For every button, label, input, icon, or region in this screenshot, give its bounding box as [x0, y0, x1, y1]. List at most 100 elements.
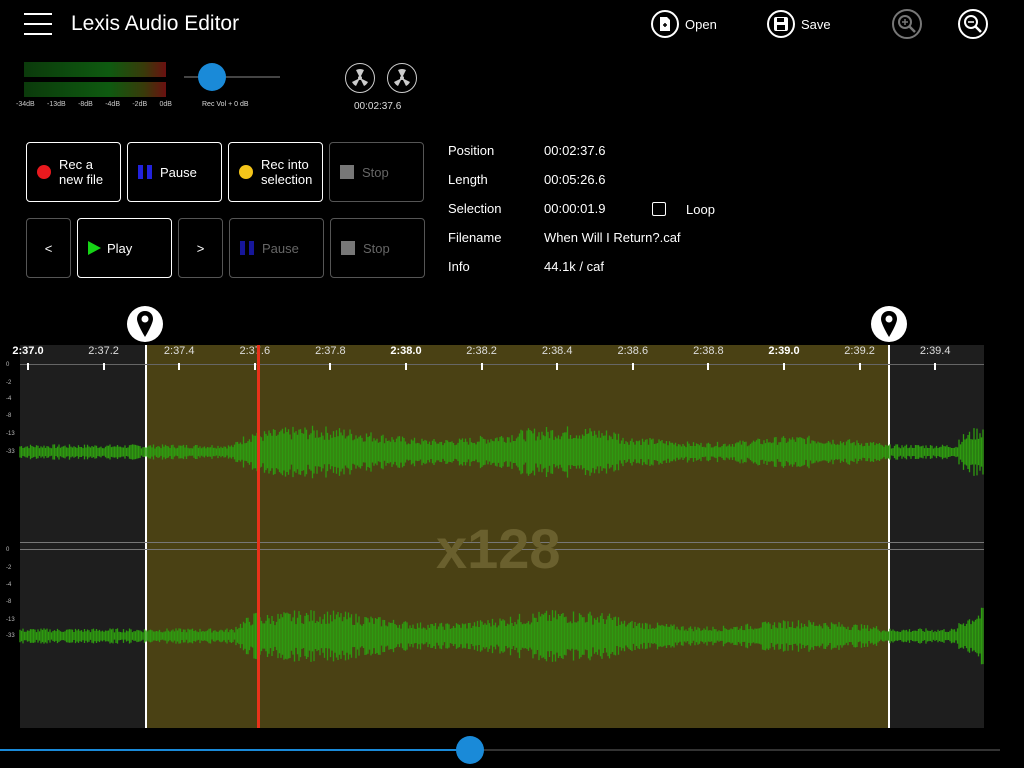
pause-icon [240, 241, 254, 255]
stop-icon [341, 241, 355, 255]
scroll-fill [0, 749, 470, 751]
menu-icon[interactable] [24, 13, 52, 37]
position-value: 00:02:37.6 [544, 143, 606, 158]
pause-icon [138, 165, 152, 179]
rec-stop-label: Stop [362, 164, 389, 180]
save-disk-icon [767, 10, 795, 38]
info-value: 44.1k / caf [544, 259, 604, 274]
ruler-label: 2:38.6 [617, 345, 649, 357]
play-stop-label: Stop [363, 240, 390, 256]
length-value: 00:05:26.6 [544, 172, 606, 187]
rec-pause-button[interactable]: Pause [127, 142, 222, 202]
db-scale-label: -8 [6, 413, 12, 419]
open-button[interactable]: Open [651, 10, 717, 38]
db-scale-label: -2 [6, 380, 12, 386]
playhead[interactable] [257, 345, 260, 728]
selection-start-marker[interactable] [127, 306, 163, 342]
play-button[interactable]: Play [77, 218, 172, 278]
reel-right-icon [387, 63, 417, 93]
zoom-in-button[interactable] [892, 9, 922, 39]
ruler-label: 2:38.8 [693, 345, 724, 357]
rec-volume-knob[interactable] [198, 63, 227, 91]
db-scale-label: -2 [6, 565, 12, 571]
meter-scale-label: -34dB [16, 101, 35, 108]
level-meter-right [24, 82, 166, 97]
selection-label: Selection [448, 201, 502, 216]
pin-icon [881, 311, 897, 337]
ruler-label: 2:37.6 [239, 345, 271, 357]
ruler-tick [253, 363, 256, 370]
ruler-tick [631, 363, 634, 370]
rec-into-selection-label: Rec into selection [261, 157, 313, 187]
ruler-tick [858, 363, 861, 370]
meter-scale-label: -2dB [132, 101, 148, 108]
filename-label: Filename [448, 230, 502, 245]
rec-new-file-label: Rec a new file [59, 157, 104, 187]
stop-icon [340, 165, 354, 179]
meter-scale-label: -8dB [78, 101, 93, 108]
ruler-tick [102, 363, 105, 370]
level-meter-left [24, 62, 166, 77]
save-button[interactable]: Save [767, 10, 831, 38]
db-scale-label: -13 [6, 617, 15, 623]
position-label: Position [448, 143, 495, 158]
rec-new-file-button[interactable]: Rec a new file [26, 142, 121, 202]
meter-scale-label: -13dB [47, 101, 66, 108]
db-scale-label: -4 [6, 582, 12, 588]
ruler-label: 2:39.4 [919, 345, 951, 357]
ruler-tick [178, 363, 181, 370]
db-scale-label: -8 [6, 599, 12, 605]
record-dot-icon [37, 165, 51, 179]
meter-scale-label: -4dB [105, 101, 120, 108]
ruler-label: 2:37.4 [163, 345, 195, 357]
db-scale-label: -33 [6, 449, 15, 455]
rec-volume-label: Rec Vol + 0 dB [202, 101, 249, 108]
ruler-tick [783, 363, 785, 370]
prev-button[interactable]: < [26, 218, 71, 278]
ruler-label: 2:38.0 [390, 345, 422, 357]
play-label: Play [107, 240, 133, 256]
ruler-label: 2:38.4 [541, 345, 573, 357]
loop-label: Loop [686, 202, 715, 217]
loop-checkbox[interactable] [652, 202, 666, 216]
ruler-label: 2:37.8 [315, 345, 346, 357]
next-button[interactable]: > [178, 218, 223, 278]
rec-stop-button[interactable]: Stop [329, 142, 424, 202]
open-label: Open [685, 16, 717, 32]
next-label: > [196, 240, 205, 256]
ruler-label: 2:39.0 [768, 345, 800, 357]
reel-left-icon [345, 63, 375, 93]
waveform-channel [19, 425, 984, 479]
meter-scale-label: 0dB [159, 101, 172, 108]
ruler-tick [480, 363, 483, 370]
ruler-tick [707, 363, 710, 370]
play-stop-button[interactable]: Stop [330, 218, 425, 278]
open-file-icon [651, 10, 679, 38]
save-label: Save [801, 16, 831, 32]
rec-pause-label: Pause [160, 164, 197, 180]
zoom-out-icon [958, 9, 988, 39]
selection-end-marker[interactable] [871, 306, 907, 342]
meter-scale: -34dB -13dB -8dB -4dB -2dB 0dB [16, 101, 172, 108]
db-scale-label: 0 [6, 362, 10, 368]
scroll-knob[interactable] [456, 736, 484, 764]
play-pause-button[interactable]: Pause [229, 218, 324, 278]
length-label: Length [448, 172, 488, 187]
ruler-label: 2:39.2 [844, 345, 875, 357]
ruler-tick [27, 363, 29, 370]
filename-value: When Will I Return?.caf [544, 230, 681, 245]
app-title: Lexis Audio Editor [71, 12, 240, 35]
ruler-label: 2:37.2 [88, 345, 119, 357]
ruler-tick [329, 363, 332, 370]
zoom-level-label: x128 [436, 517, 561, 580]
rec-into-selection-button[interactable]: Rec into selection [228, 142, 323, 202]
selection-value: 00:00:01.9 [544, 201, 606, 216]
db-scale-label: 0 [6, 547, 10, 553]
pin-icon [137, 311, 153, 337]
record-selection-dot-icon [239, 165, 253, 179]
prev-label: < [44, 240, 53, 256]
zoom-in-icon [892, 9, 922, 39]
zoom-out-button[interactable] [958, 9, 988, 39]
waveform-channel [19, 607, 984, 665]
info-label: Info [448, 259, 470, 274]
